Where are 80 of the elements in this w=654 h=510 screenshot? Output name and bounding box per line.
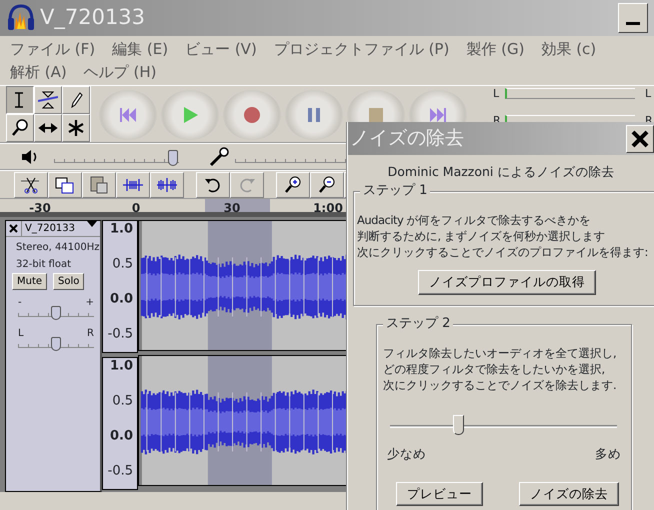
zoom-in-button[interactable] <box>276 172 310 198</box>
pause-button[interactable] <box>285 90 343 140</box>
ruler-label: 30 <box>224 200 240 217</box>
close-icon <box>9 224 18 233</box>
instruction-text: 判断するために, まずノイズを何秒か選択します <box>357 228 606 244</box>
zoom-out-icon <box>317 174 337 194</box>
get-noise-profile-button[interactable]: ノイズプロファイルの取得 <box>418 270 596 294</box>
instruction-text: 次にクリックすることでノイズを除去します. <box>383 376 618 393</box>
group-legend: ステップ 1 <box>360 182 430 199</box>
multi-icon <box>66 118 86 138</box>
copy-icon <box>55 174 75 194</box>
meter-channel-label: L <box>645 88 652 102</box>
selection-tool-button[interactable] <box>6 86 34 114</box>
envelope-tool-button[interactable] <box>34 86 62 114</box>
track-toggle-button[interactable]: Solo <box>53 273 84 290</box>
record-icon <box>241 104 263 126</box>
minimize-button[interactable] <box>618 3 648 33</box>
menu-item[interactable]: 編集 (E) <box>112 38 168 61</box>
menu-item[interactable]: 効果 (c) <box>541 38 596 61</box>
menu-item[interactable]: 解析 (A) <box>10 61 67 84</box>
slider-end-label: L <box>18 329 24 338</box>
instruction-text: どの程度フィルタで除去をしたいかを選択, <box>383 360 606 377</box>
scale-label: -0.5 <box>108 462 133 480</box>
time-shift-tool-button[interactable] <box>34 114 62 142</box>
slider-end-label: 多め <box>595 444 621 463</box>
ruler-label: 0 <box>132 200 140 217</box>
menu-item[interactable]: プロジェクトファイル (P) <box>274 38 450 61</box>
scale-label: 1.0 <box>110 357 133 376</box>
multi-tool-button[interactable] <box>62 114 90 142</box>
slider-end-label: - <box>18 298 22 307</box>
paste-button[interactable] <box>82 172 116 198</box>
menu-item[interactable]: ヘルプ (H) <box>84 61 156 84</box>
scale-label: 1.0 <box>110 220 133 238</box>
selection-highlight <box>205 199 270 212</box>
zoom-out-button[interactable] <box>310 172 344 198</box>
zoom-in-icon <box>283 174 303 194</box>
scale-label: -0.5 <box>108 325 133 344</box>
split-button[interactable] <box>150 172 184 198</box>
menu-item[interactable]: ビュー (V) <box>185 38 257 61</box>
microphone-icon <box>209 146 229 166</box>
scale-label: 0.5 <box>112 392 133 410</box>
copy-button[interactable] <box>48 172 82 198</box>
scale-label: 0.0 <box>110 290 133 308</box>
ruler-label: -30 <box>29 200 51 217</box>
pencil-icon-button[interactable] <box>62 86 90 114</box>
trim-button[interactable] <box>14 172 48 198</box>
zoom-tool-button[interactable] <box>6 114 34 142</box>
paste-icon <box>89 174 109 194</box>
envelope-icon <box>38 90 58 110</box>
track-info-text: 32-bit float <box>16 258 72 272</box>
slider-end-label: R <box>87 329 94 338</box>
track-toggle-button[interactable]: Mute <box>12 273 48 290</box>
instruction-text: Audacity が何をフィルタで除去するべきかを <box>357 212 592 228</box>
group-legend: ステップ 2 <box>383 316 454 332</box>
dialog-title: ノイズの除去 <box>350 126 464 152</box>
slider-end-label: 少なめ <box>387 444 426 463</box>
scale-label: 0.5 <box>112 255 133 274</box>
redo-button[interactable] <box>230 172 264 198</box>
silence-button[interactable] <box>116 172 150 198</box>
meter-channel-label: L <box>493 88 500 102</box>
dialog-button[interactable]: ノイズの除去 <box>519 482 619 506</box>
credit-text: Dominic Mazzoni によるノイズの除去 <box>386 163 616 181</box>
noise-reduction-slider[interactable] <box>390 414 617 437</box>
ruler-label: 1:00 <box>313 200 343 217</box>
close-button[interactable] <box>626 124 654 152</box>
track-name-menu[interactable]: V_720133 <box>22 221 100 236</box>
zoom-icon <box>10 118 30 138</box>
instruction-text: 次にクリックすることでノイズのプロファイルを得ます: <box>357 244 649 260</box>
track-info-text: Stereo, 44100Hz <box>16 241 100 255</box>
close-icon <box>631 130 649 148</box>
scale-label: 0.0 <box>110 427 133 446</box>
undo-button[interactable] <box>196 172 230 198</box>
instruction-text: フィルタ除去したいオーディオを全て選択し, <box>383 344 618 361</box>
minimize-icon <box>626 22 640 26</box>
menu-item[interactable]: 製作 (G) <box>466 38 524 61</box>
dialog-button[interactable]: プレビュー <box>396 482 483 506</box>
app-logo-icon <box>6 3 36 33</box>
slider-end-label: + <box>86 298 94 307</box>
menu-item[interactable]: ファイル (F) <box>10 38 96 61</box>
window-title: V_720133 <box>40 4 146 32</box>
